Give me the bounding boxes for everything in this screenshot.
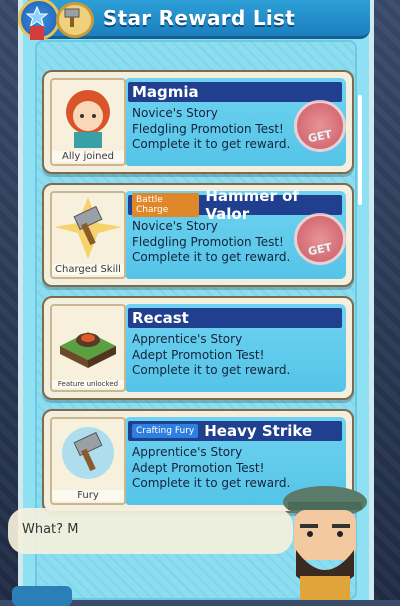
scrollbar[interactable] <box>358 95 362 205</box>
portrait-label: Feature unlocked <box>52 380 124 388</box>
card-title: Magmia <box>132 83 199 101</box>
card-description: Novice's Story Fledgling Promotion Test!… <box>132 106 290 153</box>
reward-card-recast[interactable]: Feature unlocked Recast Apprentice's Sto… <box>42 296 354 400</box>
desc-line: Novice's Story <box>132 106 218 120</box>
get-reward-button[interactable]: GET <box>294 213 346 265</box>
reward-card-magmia[interactable]: Ally joined Magmia Novice's Story Fledgl… <box>42 70 354 174</box>
card-title: Recast <box>132 309 189 327</box>
dialogue-bubble[interactable]: What? M <box>8 508 293 554</box>
card-description: Apprentice's Story Adept Promotion Test!… <box>132 332 290 379</box>
desc-line: Adept Promotion Test! <box>132 347 265 362</box>
desc-line: Complete it to get reward. <box>132 363 291 377</box>
desc-line: Apprentice's Story <box>132 445 243 459</box>
desc-line: Complete it to get reward. <box>132 476 291 490</box>
header-badges <box>12 0 94 46</box>
page-title: Star Reward List <box>102 6 296 30</box>
card-description: Apprentice's Story Adept Promotion Test!… <box>132 445 290 492</box>
card-title-bar: Crafting Fury Heavy Strike <box>128 421 342 441</box>
card-description: Novice's Story Fledgling Promotion Test!… <box>132 219 290 266</box>
reward-card-hammer-of-valor[interactable]: Charged Skill Battle Charge Hammer of Va… <box>42 183 354 287</box>
desc-line: Apprentice's Story <box>132 332 243 346</box>
hammer-badge-icon <box>56 2 94 38</box>
card-title-bar: Recast <box>128 308 342 328</box>
portrait-label: Charged Skill <box>52 264 124 275</box>
card-title-bar: Battle Charge Hammer of Valor <box>128 187 342 223</box>
get-reward-button[interactable]: GET <box>294 100 346 152</box>
dialogue-text: What? M <box>22 522 79 537</box>
desc-line: Complete it to get reward. <box>132 137 291 151</box>
recast-portrait: Feature unlocked <box>50 304 126 392</box>
heavy-strike-portrait: Fury <box>50 417 126 505</box>
card-title: Heavy Strike <box>204 422 313 440</box>
portrait-label: Ally joined <box>52 151 124 162</box>
get-button-label: GET <box>306 240 334 259</box>
desc-line: Fledgling Promotion Test! <box>132 234 284 249</box>
desc-line: Complete it to get reward. <box>132 250 291 264</box>
get-button-label: GET <box>306 127 334 146</box>
hammer-portrait: Charged Skill <box>50 191 126 279</box>
magmia-portrait: Ally joined <box>50 78 126 166</box>
card-title-bar: Magmia <box>128 82 342 102</box>
desc-line: Novice's Story <box>132 219 218 233</box>
battle-charge-tag: Battle Charge <box>132 193 200 217</box>
desc-line: Fledgling Promotion Test! <box>132 121 284 136</box>
npc-character-avatar <box>270 480 380 600</box>
bottom-menu-button[interactable] <box>12 586 72 606</box>
portrait-label: Fury <box>52 490 124 501</box>
crafting-fury-tag: Crafting Fury <box>132 424 199 438</box>
desc-line: Adept Promotion Test! <box>132 460 265 475</box>
ribbon-icon <box>30 26 44 40</box>
